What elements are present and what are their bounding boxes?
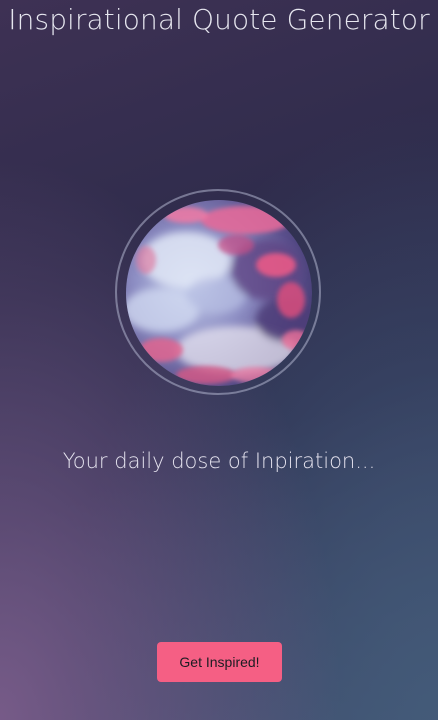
get-inspired-button[interactable]: Get Inspired!: [157, 642, 282, 682]
page-title: Inspirational Quote Generator: [8, 3, 430, 36]
sunset-clouds-image: [126, 200, 312, 386]
quote-text: Your daily dose of Inpiration...: [62, 449, 376, 473]
